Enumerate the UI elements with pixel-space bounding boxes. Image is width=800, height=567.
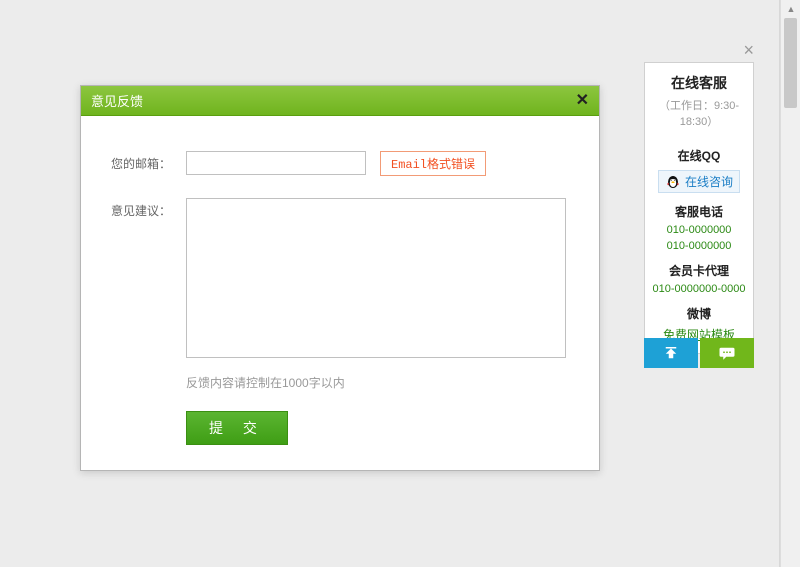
panel-footer [644,338,754,368]
suggestion-label: 意见建议： [111,198,186,219]
modal-body: 您的邮箱： Email格式错误 意见建议： 反馈内容请控制在1000字以内 提 … [81,116,599,470]
panel-close-icon[interactable]: × [743,40,754,61]
chat-button[interactable] [700,338,754,368]
suggestion-textarea[interactable] [186,198,566,358]
vertical-scrollbar[interactable]: ▲ [780,0,800,567]
agent-heading: 会员卡代理 [645,262,753,279]
page-background: 意见反馈 ✕ 您的邮箱： Email格式错误 意见建议： 反馈内容请控制在100… [0,0,780,567]
panel-title: 在线客服 [645,63,753,97]
panel-hours: （工作日：9:30-18:30） [645,97,753,137]
qq-consult-button[interactable]: 在线咨询 [658,170,740,193]
char-limit-hint: 反馈内容请控制在1000字以内 [186,374,569,391]
chat-icon [718,344,736,362]
phone-heading: 客服电话 [645,203,753,220]
phone-number-1: 010-0000000 [645,224,753,236]
feedback-modal: 意见反馈 ✕ 您的邮箱： Email格式错误 意见建议： 反馈内容请控制在100… [80,85,600,471]
agent-phone: 010-0000000-0000 [645,283,753,295]
close-icon[interactable]: ✕ [576,93,589,109]
qq-penguin-icon [665,174,681,190]
phone-number-2: 010-0000000 [645,240,753,252]
weibo-heading: 微博 [645,305,753,322]
scroll-thumb[interactable] [784,18,797,108]
qq-consult-label: 在线咨询 [685,173,733,190]
email-label: 您的邮箱： [111,151,186,172]
scroll-top-button[interactable] [644,338,698,368]
scroll-up-arrow-icon[interactable]: ▲ [781,0,800,18]
email-input[interactable] [186,151,366,175]
email-error-badge: Email格式错误 [380,151,486,176]
service-panel: 在线客服 （工作日：9:30-18:30） 在线QQ 在线咨询 客服电话 010… [644,62,754,354]
suggestion-row: 意见建议： [111,198,569,358]
submit-row: 提 交 [186,411,569,445]
qq-heading: 在线QQ [645,147,753,164]
submit-button[interactable]: 提 交 [186,411,288,445]
modal-title: 意见反馈 [91,91,143,110]
email-row: 您的邮箱： Email格式错误 [111,151,569,176]
arrow-up-icon [662,344,680,362]
modal-header: 意见反馈 ✕ [81,86,599,116]
